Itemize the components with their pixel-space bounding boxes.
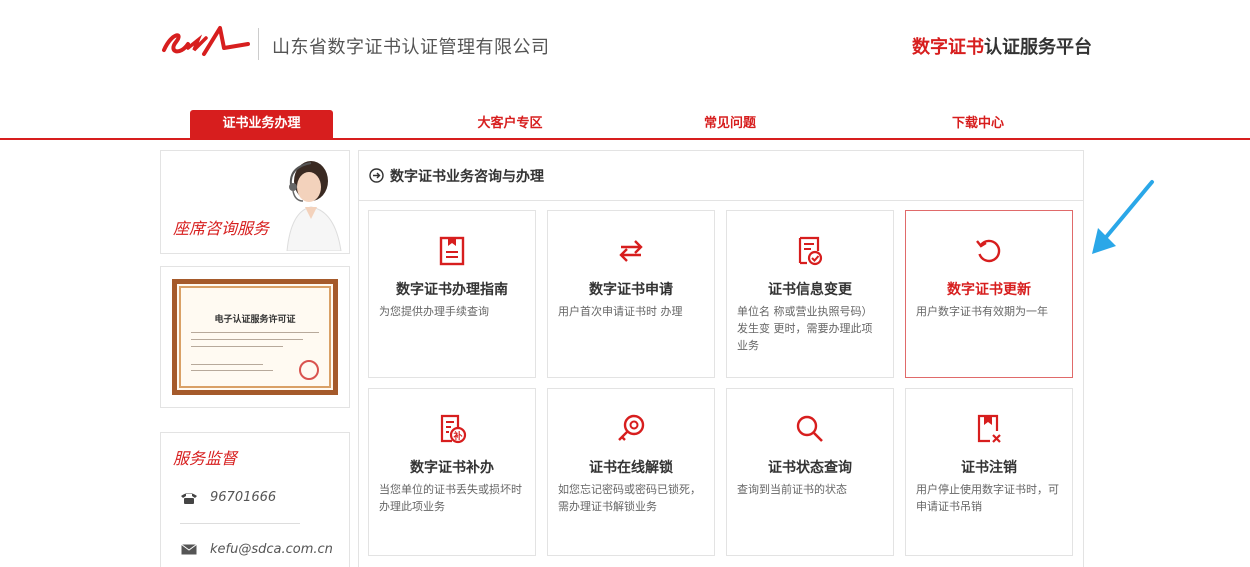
customer-service-agent-image [286, 161, 342, 251]
supervision-title: 服务监督 [173, 449, 238, 468]
cert-text-line [191, 339, 303, 340]
card-description: 用户停止使用数字证书时，可申请证书吊销 [916, 483, 1059, 513]
svg-text:补: 补 [452, 430, 462, 442]
card-description: 当您单位的证书丢失或损坏时办理此项业务 [379, 483, 522, 513]
certificate-cancel-icon [906, 413, 1072, 445]
company-name: 山东省数字证书认证管理有限公司 [272, 37, 550, 58]
card-title: 数字证书办理指南 [396, 282, 508, 298]
page: 山东省数字证书认证管理有限公司 数字证书认证服务平台 证书业务办理 大客户专区 … [0, 0, 1250, 567]
card-online-unlock[interactable]: 证书在线解锁 如您忘记密码或密码已锁死，需办理证书解锁业务 [547, 388, 715, 556]
card-description: 用户首次申请证书时 办理 [558, 305, 683, 318]
card-certificate-cancel[interactable]: 证书注销 用户停止使用数字证书时，可申请证书吊销 [905, 388, 1073, 556]
refresh-icon [906, 235, 1072, 267]
email-address: kefu@sdca.com.cn [210, 542, 333, 557]
nav-tab-key-accounts[interactable]: 大客户专区 [440, 110, 580, 138]
business-panel-title: 数字证书业务咨询与办理 [390, 168, 544, 185]
key-unlock-icon [548, 413, 714, 445]
cert-text-line [191, 364, 263, 365]
seat-consulting-label: 座席咨询服务 [173, 219, 270, 238]
exchange-arrows-icon [548, 235, 714, 267]
platform-title-rest: 认证服务平台 [984, 37, 1092, 58]
cert-text-line [191, 370, 273, 371]
card-description: 如您忘记密码或密码已锁死，需办理证书解锁业务 [558, 483, 701, 513]
main-nav: 证书业务办理 大客户专区 常见问题 下载中心 [0, 110, 1250, 142]
logo-divider [258, 28, 259, 60]
telephone-icon [180, 491, 198, 505]
business-panel-header: 数字证书业务咨询与办理 [359, 151, 1083, 201]
card-description: 查询到当前证书的状态 [737, 483, 847, 496]
platform-title: 数字证书认证服务平台 [912, 33, 1092, 59]
license-certificate-image: 电子认证服务许可证 [172, 279, 338, 395]
document-guide-icon [369, 235, 535, 267]
nav-underline [0, 138, 1250, 140]
card-title: 数字证书更新 [947, 282, 1031, 298]
seat-consulting-banner[interactable]: 座席咨询服务 [160, 150, 350, 254]
card-title: 数字证书补办 [410, 460, 494, 476]
card-certificate-guide[interactable]: 数字证书办理指南 为您提供办理手续查询 [368, 210, 536, 378]
sdca-logo[interactable] [158, 24, 250, 64]
card-title: 数字证书申请 [589, 282, 673, 298]
card-certificate-renew[interactable]: 数字证书更新 用户数字证书有效期为一年 [905, 210, 1073, 378]
phone-row: 96701666 [180, 490, 276, 505]
cert-text-line [191, 346, 283, 347]
card-title: 证书信息变更 [768, 282, 852, 298]
card-certificate-reissue[interactable]: 补 数字证书补办 当您单位的证书丢失或损坏时办理此项业务 [368, 388, 536, 556]
card-title: 证书状态查询 [768, 460, 852, 476]
card-description: 单位名 称或营业执照号码）发生变 更时，需要办理此项业务 [737, 305, 873, 352]
nav-tab-certificate-business[interactable]: 证书业务办理 [190, 110, 333, 138]
license-title: 电子认证服务许可证 [214, 315, 296, 325]
cert-text-line [191, 332, 319, 333]
nav-tab-faq[interactable]: 常见问题 [670, 110, 790, 138]
card-title: 证书在线解锁 [589, 460, 673, 476]
supervision-divider [180, 523, 300, 524]
phone-number: 96701666 [210, 490, 277, 505]
magnifier-icon [727, 413, 893, 445]
platform-title-red: 数字证书 [912, 37, 984, 58]
envelope-icon [180, 544, 198, 555]
nav-tab-downloads[interactable]: 下载中心 [918, 110, 1038, 138]
email-row[interactable]: kefu@sdca.com.cn [180, 542, 333, 557]
card-title: 证书注销 [961, 460, 1017, 476]
cert-seal-icon [299, 360, 319, 380]
card-description: 用户数字证书有效期为一年 [916, 305, 1048, 318]
service-license-panel[interactable]: 电子认证服务许可证 [160, 266, 350, 408]
circle-arrow-right-icon [369, 168, 384, 183]
file-supplement-icon: 补 [369, 413, 535, 445]
annotation-arrow-icon [1092, 180, 1154, 254]
card-description: 为您提供办理手续查询 [379, 305, 489, 318]
card-status-query[interactable]: 证书状态查询 查询到当前证书的状态 [726, 388, 894, 556]
card-info-change[interactable]: 证书信息变更 单位名 称或营业执照号码）发生变 更时，需要办理此项业务 [726, 210, 894, 378]
file-check-icon [727, 235, 893, 267]
card-certificate-apply[interactable]: 数字证书申请 用户首次申请证书时 办理 [547, 210, 715, 378]
